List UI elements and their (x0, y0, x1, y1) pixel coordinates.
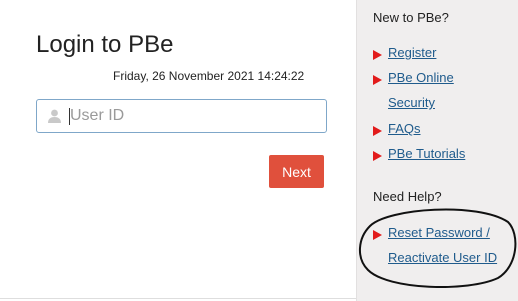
reset-password-link-line1: Reset Password / (388, 225, 490, 240)
new-to-pbe-heading: New to PBe? (373, 10, 449, 25)
reset-password-link[interactable]: Reset Password / Reactivate User ID (388, 220, 497, 270)
arrow-right-icon (373, 50, 382, 60)
online-security-link[interactable]: PBe Online Security (388, 65, 454, 115)
sidebar: New to PBe? Register PBe Online Security… (356, 0, 518, 301)
online-security-link-line2: Security (388, 95, 435, 110)
reset-password-link-line2: Reactivate User ID (388, 250, 498, 265)
arrow-right-icon (373, 126, 382, 136)
arrow-right-icon (373, 230, 382, 240)
userid-input[interactable] (69, 100, 324, 132)
next-button[interactable]: Next (269, 155, 324, 188)
need-help-heading: Need Help? (373, 189, 442, 204)
login-panel: Login to PBe Friday, 26 November 2021 14… (0, 0, 356, 301)
faqs-link[interactable]: FAQs (388, 116, 421, 141)
divider (0, 298, 356, 299)
tutorials-link[interactable]: PBe Tutorials (388, 141, 465, 166)
text-caret (69, 108, 70, 125)
user-icon (48, 109, 61, 123)
arrow-right-icon (373, 75, 382, 85)
online-security-link-line1: PBe Online (388, 70, 454, 85)
arrow-right-icon (373, 151, 382, 161)
register-link[interactable]: Register (388, 40, 436, 65)
page-title: Login to PBe (36, 31, 174, 58)
userid-field[interactable] (36, 99, 327, 133)
current-datetime: Friday, 26 November 2021 14:24:22 (113, 69, 305, 83)
